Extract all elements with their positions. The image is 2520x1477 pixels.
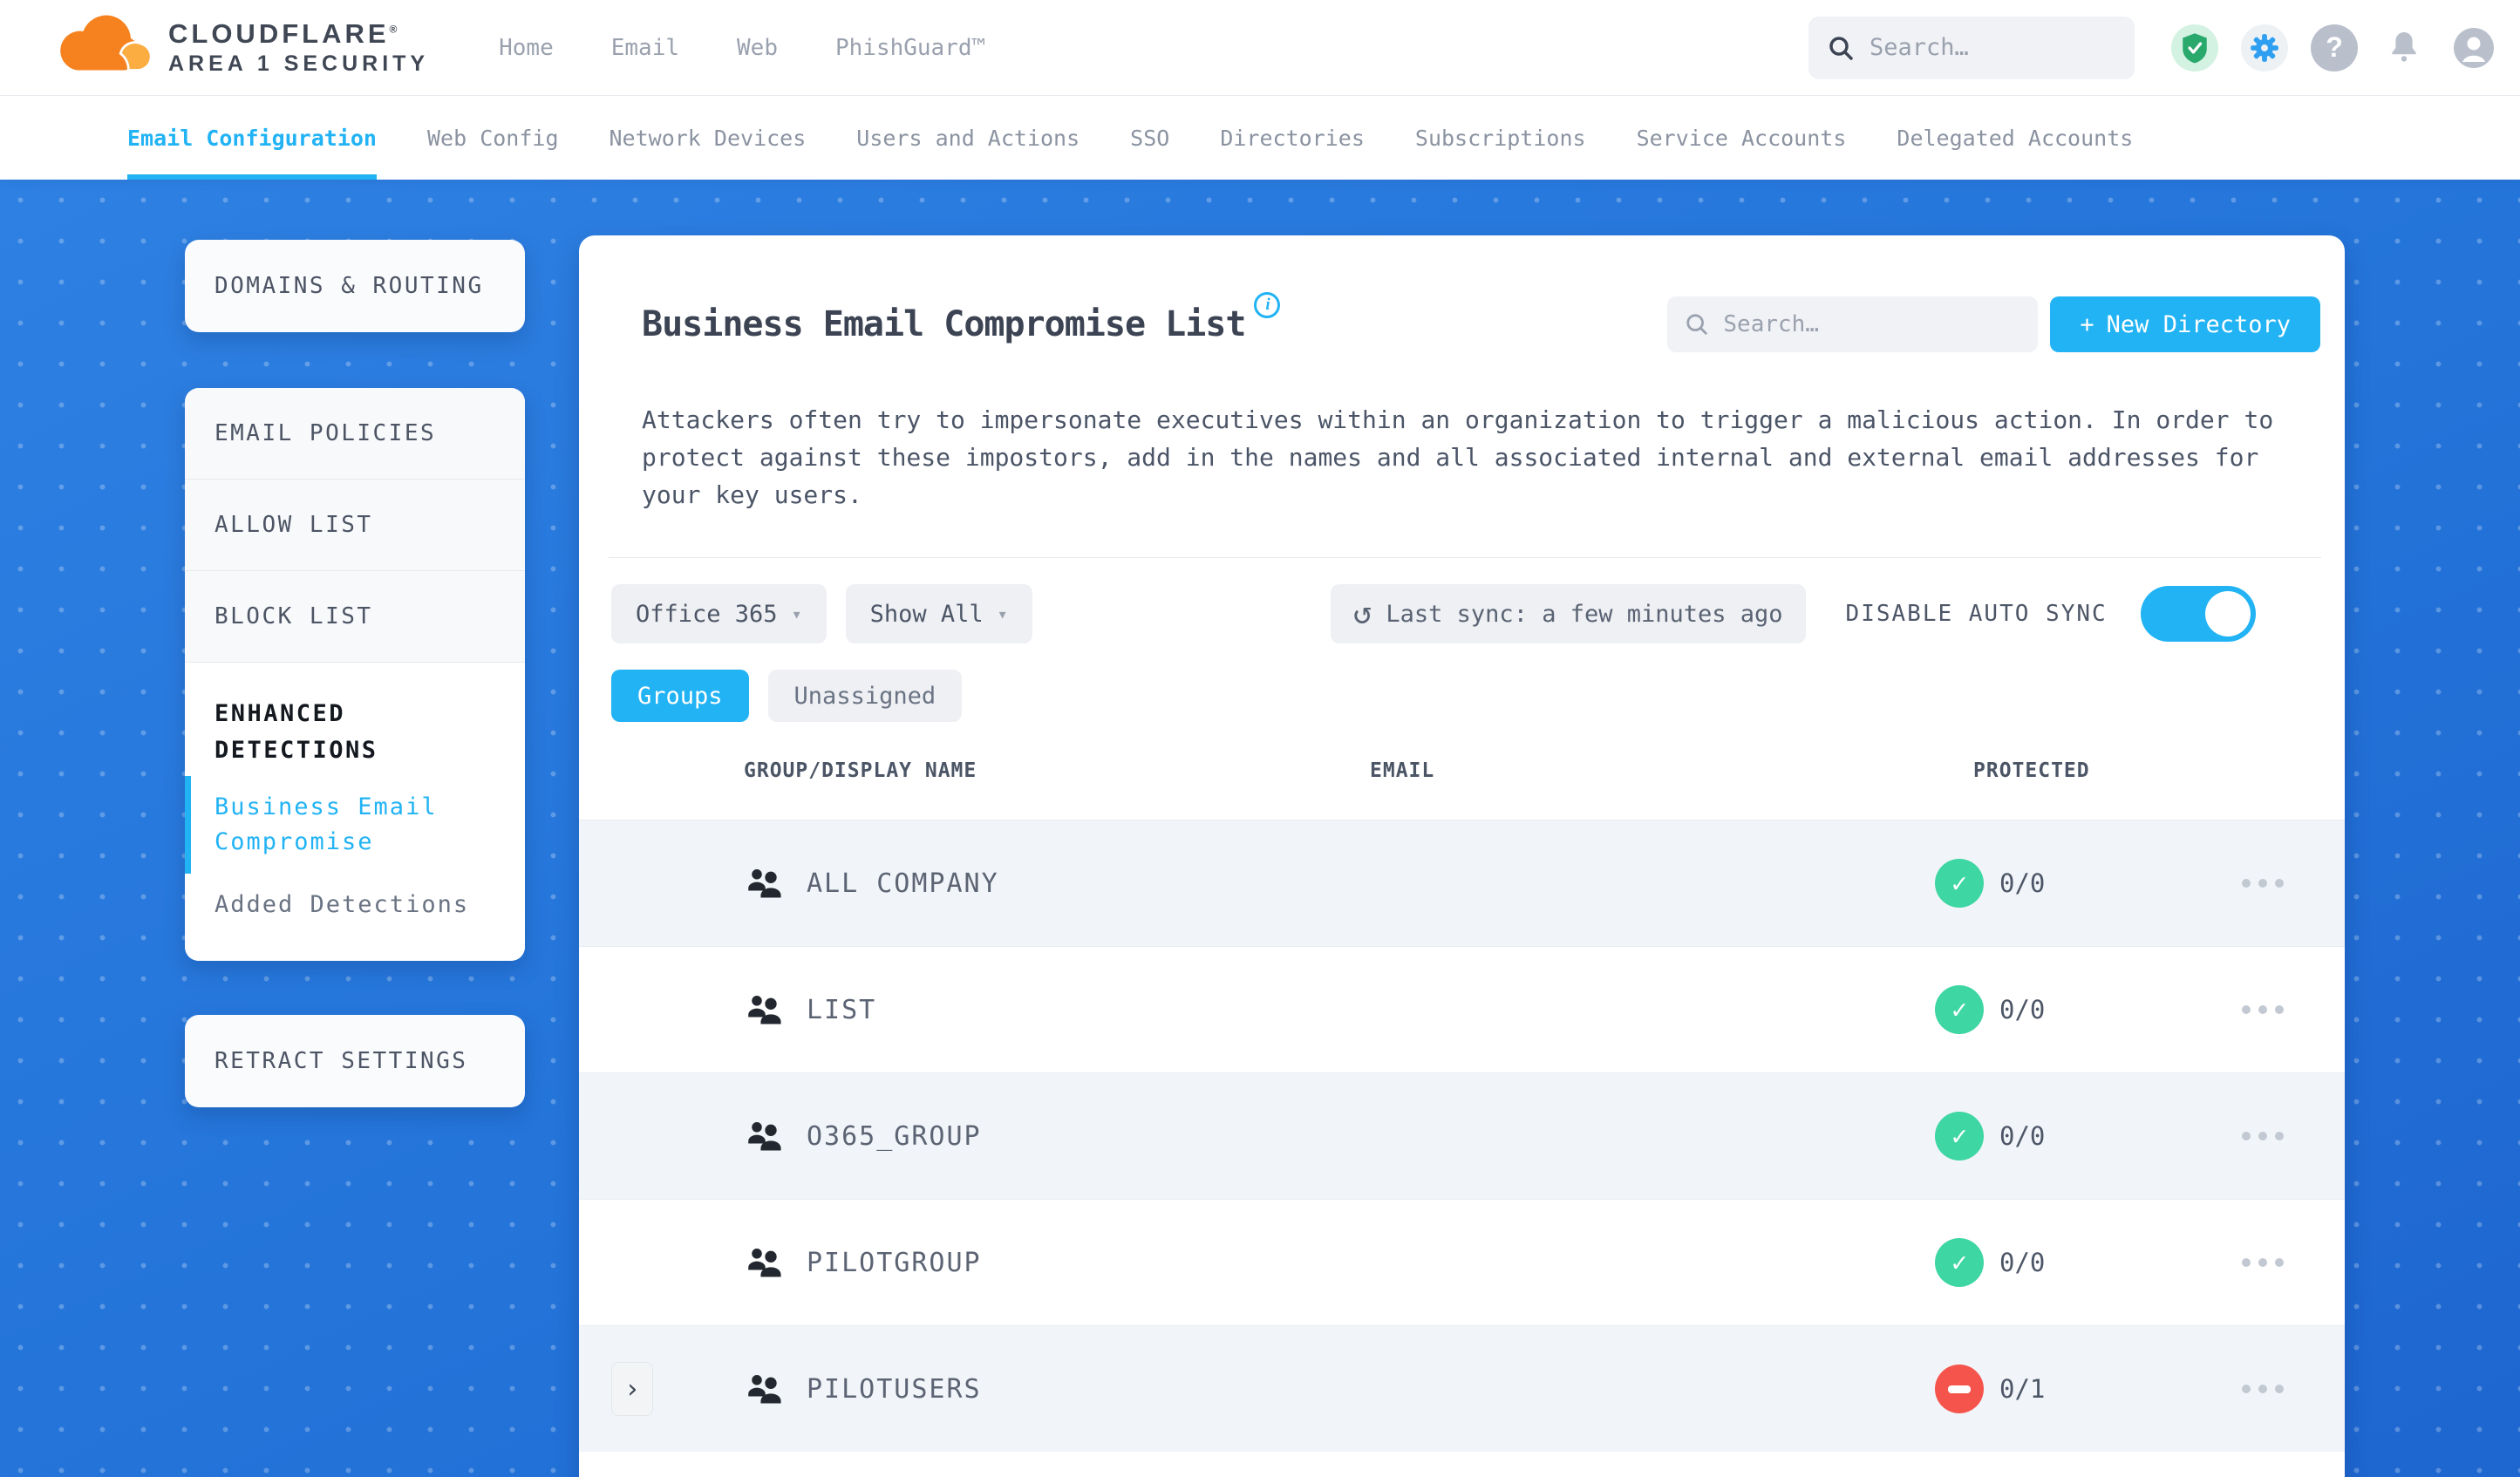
last-sync-status[interactable]: ↺ Last sync: a few minutes ago (1330, 584, 1806, 643)
page-description: Attackers often try to impersonate execu… (642, 405, 2274, 509)
auto-sync-toggle[interactable] (2140, 586, 2256, 642)
sidebar-item-allow-list[interactable]: ALLOW LIST (185, 480, 525, 571)
logo-brand: CLOUDFLARE® (168, 18, 401, 49)
column-group-display-name: GROUP/DISPLAY NAME (744, 759, 977, 782)
protected-count: 0/0 (1999, 1121, 2046, 1151)
row-menu-icon[interactable] (2242, 1385, 2284, 1393)
sidebar-item-email-policies[interactable]: EMAIL POLICIES (185, 388, 525, 480)
search-icon (1829, 36, 1853, 60)
group-name: PILOTGROUP (807, 1247, 982, 1278)
row-menu-icon[interactable] (2242, 1005, 2284, 1014)
group-name: O365_GROUP (807, 1120, 982, 1152)
sidebar: DOMAINS & ROUTING EMAIL POLICIES ALLOW L… (185, 180, 525, 1107)
show-filter-dropdown[interactable]: Show All ▾ (845, 584, 1032, 643)
main-card: Business Email Compromise Listi + New Di… (579, 235, 2345, 1477)
group-name: PILOTUSERS (807, 1373, 982, 1405)
table-row: › PILOTGROUP ✓ 0/0 (579, 1199, 2345, 1325)
expand-chevron-icon[interactable]: › (611, 1362, 653, 1416)
table-body: › ALL COMPANY ✓ 0/0 › LIST ✓ 0/0 (579, 820, 2345, 1452)
sidebar-item-enhanced-detections[interactable]: ENHANCED DETECTIONS (185, 689, 525, 776)
protected-count: 0/0 (1999, 995, 2046, 1024)
cloudflare-logo[interactable]: CLOUDFLARE® AREA 1 SECURITY (48, 13, 429, 83)
registered-mark: ® (389, 23, 401, 36)
directory-source-dropdown[interactable]: Office 365 ▾ (611, 584, 827, 643)
group-name: LIST (807, 994, 877, 1025)
top-nav-phishguard[interactable]: PhishGuard™ (835, 35, 985, 61)
tab-users-and-actions[interactable]: Users and Actions (856, 96, 1080, 180)
protected-status-icon: ✓ (1935, 1112, 1984, 1160)
cloudflare-cloud-icon (60, 15, 153, 71)
tab-service-accounts[interactable]: Service Accounts (1637, 96, 1847, 180)
plus-icon: + (2080, 310, 2094, 338)
content-canvas: DOMAINS & ROUTING EMAIL POLICIES ALLOW L… (0, 180, 2520, 1477)
sidebar-item-retract-settings[interactable]: RETRACT SETTINGS (185, 1015, 525, 1107)
table-header: GROUP/DISPLAY NAME EMAIL PROTECTED (579, 722, 2345, 820)
top-nav-email[interactable]: Email (611, 35, 679, 61)
row-menu-icon[interactable] (2242, 1132, 2284, 1140)
sidebar-item-added-detections[interactable]: Added Detections (185, 874, 525, 936)
sidebar-policies-card: EMAIL POLICIES ALLOW LIST BLOCK LIST ENH… (185, 388, 525, 961)
view-tab-unassigned[interactable]: Unassigned (767, 670, 963, 722)
chevron-down-icon: ▾ (791, 603, 802, 624)
refresh-icon: ↺ (1352, 596, 1372, 631)
view-tab-groups[interactable]: Groups (611, 670, 749, 722)
sidebar-item-business-email-compromise[interactable]: Business Email Compromise (185, 776, 525, 874)
list-search-input[interactable] (1723, 311, 1985, 337)
global-search-input[interactable] (1870, 34, 2079, 61)
account-icon[interactable] (2450, 24, 2497, 71)
gear-icon[interactable] (2241, 24, 2288, 71)
group-icon (748, 1375, 781, 1404)
top-nav: Home Email Web PhishGuard™ (499, 35, 985, 61)
group-icon (748, 1249, 781, 1277)
column-email: EMAIL (1370, 759, 1435, 782)
page-title: Business Email Compromise List i (642, 292, 1281, 344)
protected-status-icon: ✓ (1935, 1365, 1984, 1413)
auto-sync-label: DISABLE AUTO SYNC (1845, 601, 2108, 627)
group-icon (748, 996, 781, 1024)
top-nav-web[interactable]: Web (737, 35, 778, 61)
new-directory-button[interactable]: + New Directory (2050, 296, 2320, 352)
search-icon (1686, 314, 1708, 335)
chevron-down-icon: ▾ (997, 603, 1008, 624)
table-row: › LIST ✓ 0/0 (579, 946, 2345, 1072)
sidebar-item-block-list[interactable]: BLOCK LIST (185, 571, 525, 663)
tab-email-configuration[interactable]: Email Configuration (127, 96, 377, 180)
tab-directories[interactable]: Directories (1220, 96, 1365, 180)
protected-status-icon: ✓ (1935, 1238, 1984, 1287)
shield-check-icon[interactable] (2171, 24, 2218, 71)
help-icon[interactable]: ? (2311, 24, 2358, 71)
group-icon (748, 1122, 781, 1151)
table-row: › PILOTUSERS ✓ 0/1 (579, 1325, 2345, 1452)
logo-sub: AREA 1 SECURITY (168, 51, 430, 76)
list-search[interactable] (1667, 296, 2039, 352)
group-name: ALL COMPANY (807, 868, 999, 899)
tab-subscriptions[interactable]: Subscriptions (1415, 96, 1586, 180)
tab-sso[interactable]: SSO (1130, 96, 1169, 180)
bell-icon[interactable] (2380, 24, 2428, 71)
protected-status-icon: ✓ (1935, 859, 1984, 908)
divider (609, 557, 2321, 558)
top-header: CLOUDFLARE® AREA 1 SECURITY Home Email W… (0, 0, 2520, 96)
toggle-knob (2204, 591, 2251, 636)
section-tab-bar: Email Configuration Web Config Network D… (0, 96, 2520, 180)
tab-delegated-accounts[interactable]: Delegated Accounts (1897, 96, 2133, 180)
table-row: › O365_GROUP ✓ 0/0 (579, 1072, 2345, 1199)
tab-network-devices[interactable]: Network Devices (610, 96, 807, 180)
top-nav-home[interactable]: Home (499, 35, 554, 61)
info-icon[interactable]: i (1254, 292, 1281, 318)
tab-web-config[interactable]: Web Config (427, 96, 559, 180)
protected-count: 0/1 (1999, 1374, 2046, 1404)
protected-count: 0/0 (1999, 1248, 2046, 1277)
row-menu-icon[interactable] (2242, 879, 2284, 888)
sidebar-item-domains-routing[interactable]: DOMAINS & ROUTING (185, 240, 525, 332)
global-search[interactable] (1808, 16, 2135, 79)
row-menu-icon[interactable] (2242, 1258, 2284, 1267)
protected-count: 0/0 (1999, 868, 2046, 898)
protected-status-icon: ✓ (1935, 985, 1984, 1034)
table-row: › ALL COMPANY ✓ 0/0 (579, 820, 2345, 946)
column-protected: PROTECTED (1973, 759, 2090, 782)
group-icon (748, 869, 781, 898)
